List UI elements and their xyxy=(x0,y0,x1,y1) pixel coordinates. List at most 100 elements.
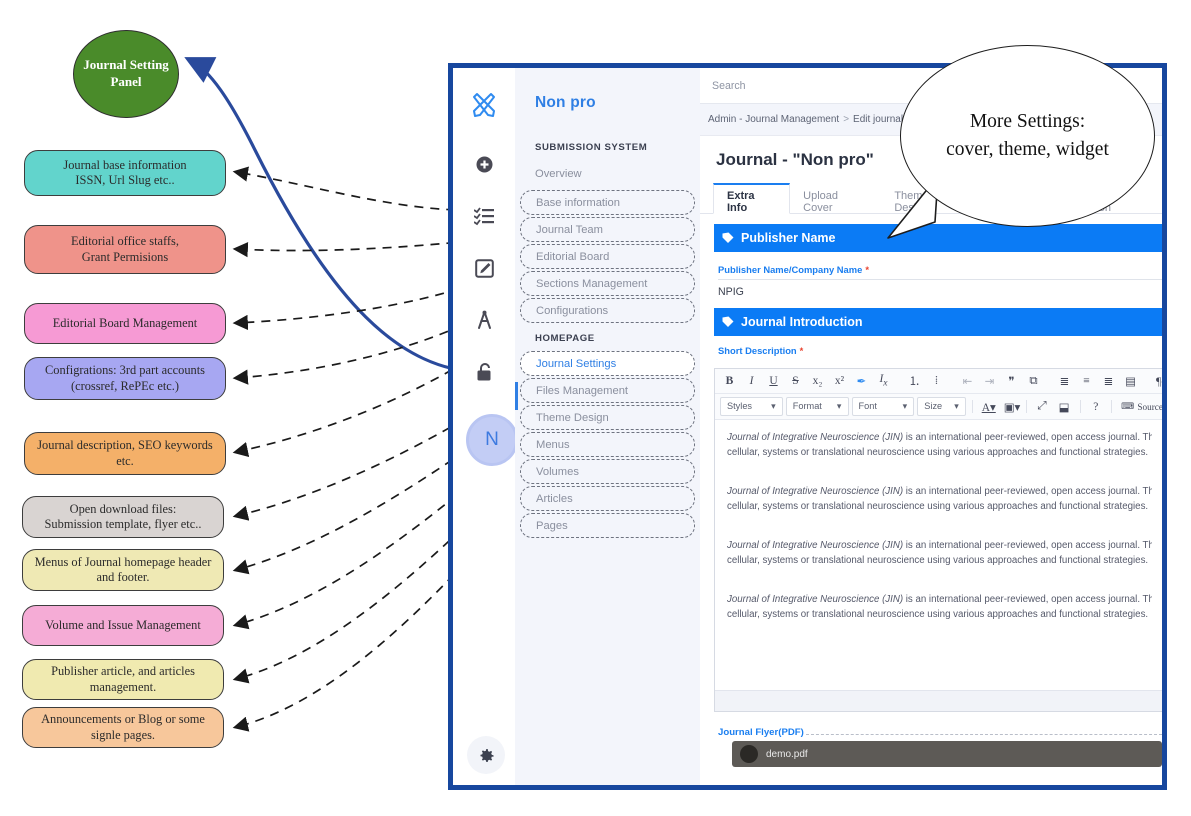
sidebar-item-journal-team[interactable]: Journal Team xyxy=(520,217,695,242)
editor-toolbar-row-2: Styles ▾ Format ▾ Font ▾ Size xyxy=(715,394,1162,420)
align-left-icon[interactable]: ≣ xyxy=(1055,373,1074,389)
gear-icon[interactable] xyxy=(467,736,505,774)
sidebar-item-label: Files Management xyxy=(536,385,628,397)
file-icon xyxy=(740,745,758,763)
root-line-2: Setting xyxy=(130,57,169,72)
toolbar-divider xyxy=(1111,400,1112,413)
active-item-indicator xyxy=(515,382,518,410)
field-label: Short Description * xyxy=(718,345,1162,356)
flyer-file-chip[interactable]: demo.pdf xyxy=(732,741,1162,767)
root-line-3: Panel xyxy=(110,74,141,89)
superscript-button[interactable]: x² xyxy=(830,374,849,388)
sidebar-item-articles[interactable]: Articles xyxy=(520,486,695,511)
sidebar-item-base-information[interactable]: Base information xyxy=(520,190,695,215)
diagram-node: Journal description, SEO keywords etc. xyxy=(24,432,226,475)
chevron-down-icon: ▾ xyxy=(903,401,908,412)
callout-bubble: More Settings: cover, theme, widget xyxy=(900,45,1155,227)
align-right-icon[interactable]: ≣ xyxy=(1099,373,1118,389)
help-icon[interactable]: ? xyxy=(1086,400,1105,414)
tab-extra-info[interactable]: Extra Info xyxy=(713,183,790,214)
sidebar-item-theme-design[interactable]: Theme Design xyxy=(520,405,695,430)
blockquote-icon[interactable]: ❞ xyxy=(1002,373,1021,389)
checklist-icon[interactable] xyxy=(469,201,499,231)
maximize-icon[interactable]: ⤢ xyxy=(1033,399,1052,414)
sidebar-item-menus[interactable]: Menus xyxy=(520,432,695,457)
node-line-2: Grant Permisions xyxy=(71,250,179,266)
compass-icon[interactable] xyxy=(469,305,499,335)
field-label-text: Publisher Name/Company Name xyxy=(718,264,862,275)
sidebar-item-sections-management[interactable]: Sections Management xyxy=(520,271,695,296)
subscript-button[interactable]: x₂ xyxy=(808,374,827,388)
paragraph-rest: is an international peer-reviewed, open … xyxy=(903,486,1152,497)
sidebar-item-label: Overview xyxy=(535,168,582,180)
root-line-1: Journal xyxy=(83,57,126,72)
size-dropdown[interactable]: Size ▾ xyxy=(917,397,966,416)
node-line-1: Open download files: xyxy=(45,502,202,518)
editor-paragraph: Journal of Integrative Neuroscience (JIN… xyxy=(727,430,1152,460)
sidebar-item-files-management[interactable]: Files Management xyxy=(520,378,695,403)
sidebar-item-label: Editorial Board xyxy=(536,251,609,263)
avatar[interactable]: N xyxy=(466,414,518,466)
strikethrough-button[interactable]: S xyxy=(786,374,805,388)
background-color-icon[interactable]: ▣▾ xyxy=(1001,399,1020,415)
menu-group-label: SUBMISSION SYSTEM xyxy=(515,142,700,153)
source-button[interactable]: ⌨ Source xyxy=(1118,400,1157,413)
sidebar-item-pages[interactable]: Pages xyxy=(520,513,695,538)
increase-indent-icon[interactable]: ⇥ xyxy=(980,373,999,389)
align-center-icon[interactable]: ≡ xyxy=(1077,374,1096,388)
plus-circle-icon[interactable] xyxy=(469,149,499,179)
numbered-list-icon[interactable]: ⒈ xyxy=(905,372,924,390)
node-line-2: etc. xyxy=(37,454,213,470)
text-color-icon[interactable]: A▾ xyxy=(979,399,998,415)
section-header-label: Journal Introduction xyxy=(741,315,863,329)
show-blocks-icon[interactable]: ⬓ xyxy=(1055,399,1074,415)
toolbar-divider xyxy=(972,400,973,413)
size-dropdown-label: Size xyxy=(924,401,942,412)
font-dropdown[interactable]: Font ▾ xyxy=(852,397,915,416)
sidebar-item-configurations[interactable]: Configurations xyxy=(520,298,695,323)
italic-button[interactable]: I xyxy=(742,374,761,388)
sidebar-item-volumes[interactable]: Volumes xyxy=(520,459,695,484)
styles-dropdown[interactable]: Styles ▾ xyxy=(720,397,783,416)
sidebar-item-editorial-board[interactable]: Editorial Board xyxy=(520,244,695,269)
breadcrumb-item-1[interactable]: Admin - Journal Management xyxy=(704,114,843,125)
edit-square-icon[interactable] xyxy=(469,253,499,283)
justify-icon[interactable]: ▤ xyxy=(1121,373,1140,389)
diagram-node: Editorial Board Management xyxy=(24,303,226,344)
rtl-direction-icon[interactable]: ¶◂ xyxy=(1152,373,1162,389)
sidebar-item-label: Articles xyxy=(536,493,573,505)
bold-button[interactable]: B xyxy=(720,374,739,388)
section-header-journal-introduction: Journal Introduction xyxy=(714,308,1162,336)
rich-text-editor[interactable]: B I U S x₂ x² ✒ Ix ⒈ ⁞ ⇤ ⇥ ❞ xyxy=(714,368,1162,712)
format-painter-icon[interactable]: ✒ xyxy=(852,373,871,389)
field-value: NPIG xyxy=(718,280,1162,298)
format-dropdown[interactable]: Format ▾ xyxy=(786,397,849,416)
remove-format-button[interactable]: Ix xyxy=(874,372,893,389)
node-line-2: signle pages. xyxy=(41,728,205,744)
field-label-text: Short Description xyxy=(718,345,797,356)
sidebar-item-label: Configurations xyxy=(536,305,608,317)
sidebar-item-overview[interactable]: Overview xyxy=(515,160,700,188)
short-description-label-wrap: Short Description * xyxy=(700,336,1162,356)
flyer-label: Journal Flyer(PDF) xyxy=(718,727,804,738)
node-line-1: Journal description, SEO keywords xyxy=(37,438,213,454)
avatar-initial: N xyxy=(485,429,499,451)
tab-upload-cover[interactable]: Upload Cover xyxy=(790,183,881,214)
node-line-1: Editorial Board Management xyxy=(53,316,198,332)
editor-status-bar xyxy=(715,690,1162,711)
styles-dropdown-label: Styles xyxy=(727,401,752,412)
search-placeholder: Search xyxy=(712,80,746,92)
sidebar-item-label: Volumes xyxy=(536,466,579,478)
bulleted-list-icon[interactable]: ⁞ xyxy=(927,374,946,388)
div-container-icon[interactable]: ⧉ xyxy=(1024,374,1043,389)
decrease-indent-icon[interactable]: ⇤ xyxy=(958,373,977,389)
side-menu: Non pro SUBMISSION SYSTEM Overview Base … xyxy=(515,68,700,785)
underline-button[interactable]: U xyxy=(764,374,783,388)
paragraph-italic-title: Journal of Integrative Neuroscience (JIN… xyxy=(727,594,903,605)
editor-content-area[interactable]: Journal of Integrative Neuroscience (JIN… xyxy=(715,420,1162,690)
paragraph-rest: is an international peer-reviewed, open … xyxy=(903,432,1152,443)
unlock-icon[interactable] xyxy=(469,357,499,387)
sidebar-item-journal-settings[interactable]: Journal Settings xyxy=(520,351,695,376)
diagram-node: Publisher article, and articles manageme… xyxy=(22,659,224,700)
paragraph-line-2: cellular, systems or translational neuro… xyxy=(727,555,1148,566)
